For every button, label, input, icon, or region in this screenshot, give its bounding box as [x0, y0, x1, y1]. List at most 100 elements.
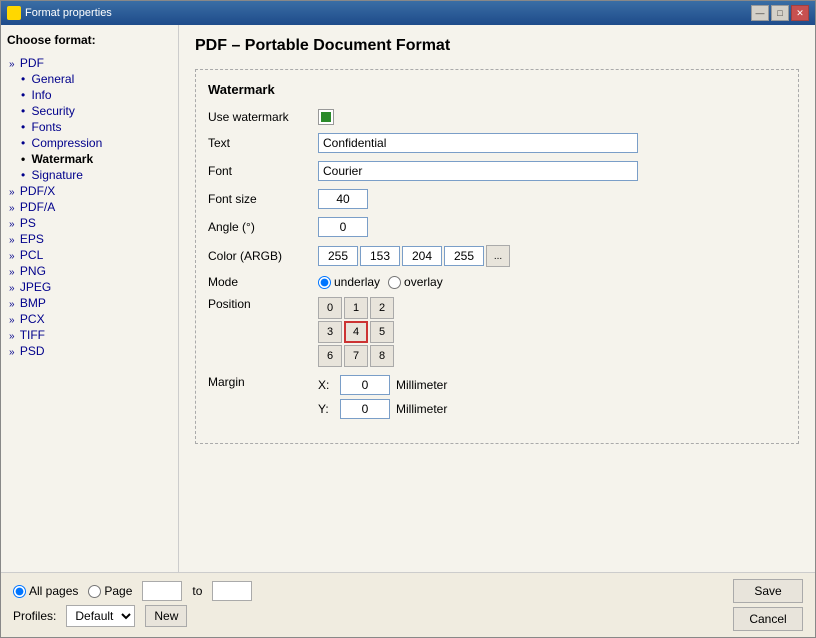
to-label: to — [192, 584, 202, 598]
sidebar-item-pdfx-label: PDF/X — [20, 184, 55, 198]
position-8-button[interactable]: 8 — [370, 345, 394, 367]
sidebar-item-pdfa-label: PDF/A — [20, 200, 55, 214]
all-pages-radio[interactable] — [13, 585, 26, 598]
sidebar-item-pcx[interactable]: » PCX — [7, 311, 172, 327]
sidebar-item-fonts-label: Fonts — [32, 120, 62, 134]
pages-row: All pages Page to — [13, 581, 252, 601]
sidebar-item-pcl[interactable]: » PCL — [7, 247, 172, 263]
content-area: Choose format: » PDF • General • Info • … — [1, 25, 815, 572]
sidebar-item-eps[interactable]: » EPS — [7, 231, 172, 247]
font-label: Font — [208, 164, 318, 178]
color-b-input[interactable] — [444, 246, 484, 266]
angle-label: Angle (°) — [208, 220, 318, 234]
position-4-button[interactable]: 4 — [344, 321, 368, 343]
sidebar-item-general[interactable]: • General — [7, 71, 172, 87]
sidebar-item-compression-label: Compression — [32, 136, 103, 150]
sidebar-item-watermark[interactable]: • Watermark — [7, 151, 172, 167]
position-1-button[interactable]: 1 — [344, 297, 368, 319]
mode-overlay-option[interactable]: overlay — [388, 275, 443, 289]
sidebar-item-psd[interactable]: » PSD — [7, 343, 172, 359]
margin-y-row: Y: Millimeter — [318, 399, 447, 419]
footer-left: All pages Page to Profiles: Default New — [13, 581, 252, 631]
sidebar-item-watermark-label: Watermark — [32, 152, 94, 166]
use-watermark-checkbox[interactable] — [318, 109, 334, 125]
angle-input[interactable] — [318, 217, 368, 237]
margin-y-input[interactable] — [340, 399, 390, 419]
window-icon — [7, 6, 21, 20]
sidebar-item-tiff-label: TIFF — [20, 328, 45, 342]
margin-label: Margin — [208, 375, 318, 389]
arrow-icon: » — [9, 59, 15, 70]
sidebar-item-psd-label: PSD — [20, 344, 45, 358]
position-7-button[interactable]: 7 — [344, 345, 368, 367]
page-from-input[interactable] — [142, 581, 182, 601]
color-a-input[interactable] — [318, 246, 358, 266]
sidebar-item-info[interactable]: • Info — [7, 87, 172, 103]
text-input[interactable] — [318, 133, 638, 153]
all-pages-label: All pages — [29, 584, 78, 598]
page-option[interactable]: Page — [88, 584, 132, 598]
footer: All pages Page to Profiles: Default New — [1, 572, 815, 637]
title-bar: Format properties — □ ✕ — [1, 1, 815, 25]
all-pages-option[interactable]: All pages — [13, 584, 78, 598]
arrow-icon-tiff: » — [9, 331, 15, 342]
sidebar-item-eps-label: EPS — [20, 232, 44, 246]
main-title: PDF – Portable Document Format — [195, 37, 799, 59]
sidebar-item-jpeg-label: JPEG — [20, 280, 51, 294]
position-grid: 0 1 2 3 4 5 6 7 8 — [318, 297, 394, 367]
sidebar-title: Choose format: — [7, 33, 172, 47]
bullet-icon-info: • — [21, 88, 25, 102]
margin-x-unit: Millimeter — [396, 378, 447, 392]
margin-inputs: X: Millimeter Y: Millimeter — [318, 375, 447, 423]
mode-overlay-label: overlay — [404, 275, 443, 289]
new-button[interactable]: New — [145, 605, 187, 627]
mode-underlay-label: underlay — [334, 275, 380, 289]
sidebar-item-fonts[interactable]: • Fonts — [7, 119, 172, 135]
arrow-icon-ps: » — [9, 219, 15, 230]
minimize-button[interactable]: — — [751, 5, 769, 21]
position-3-button[interactable]: 3 — [318, 321, 342, 343]
sidebar-item-signature[interactable]: • Signature — [7, 167, 172, 183]
font-size-input[interactable] — [318, 189, 368, 209]
color-row: Color (ARGB) ... — [208, 245, 786, 267]
arrow-icon-pdfa: » — [9, 203, 15, 214]
maximize-button[interactable]: □ — [771, 5, 789, 21]
page-radio[interactable] — [88, 585, 101, 598]
close-button[interactable]: ✕ — [791, 5, 809, 21]
color-picker-button[interactable]: ... — [486, 245, 510, 267]
mode-overlay-radio[interactable] — [388, 276, 401, 289]
sidebar-item-tiff[interactable]: » TIFF — [7, 327, 172, 343]
cancel-button[interactable]: Cancel — [733, 607, 803, 631]
page-to-input[interactable] — [212, 581, 252, 601]
bullet-icon-fonts: • — [21, 120, 25, 134]
sidebar-item-security[interactable]: • Security — [7, 103, 172, 119]
sidebar-item-ps[interactable]: » PS — [7, 215, 172, 231]
profiles-select[interactable]: Default — [66, 605, 135, 627]
bullet-icon-signature: • — [21, 168, 25, 182]
color-g-input[interactable] — [402, 246, 442, 266]
angle-row: Angle (°) — [208, 217, 786, 237]
margin-x-input[interactable] — [340, 375, 390, 395]
sidebar-item-pdfx[interactable]: » PDF/X — [7, 183, 172, 199]
mode-row: Mode underlay overlay — [208, 275, 786, 289]
position-5-button[interactable]: 5 — [370, 321, 394, 343]
save-button[interactable]: Save — [733, 579, 803, 603]
window-title: Format properties — [25, 7, 112, 19]
font-input[interactable] — [318, 161, 638, 181]
sidebar-item-pdf[interactable]: » PDF — [7, 55, 172, 71]
color-r-input[interactable] — [360, 246, 400, 266]
sidebar-item-pdfa[interactable]: » PDF/A — [7, 199, 172, 215]
position-0-button[interactable]: 0 — [318, 297, 342, 319]
arrow-icon-pcx: » — [9, 315, 15, 326]
sidebar-item-compression[interactable]: • Compression — [7, 135, 172, 151]
sidebar: Choose format: » PDF • General • Info • … — [1, 25, 179, 572]
position-6-button[interactable]: 6 — [318, 345, 342, 367]
arrow-icon-eps: » — [9, 235, 15, 246]
sidebar-item-png[interactable]: » PNG — [7, 263, 172, 279]
sidebar-item-bmp[interactable]: » BMP — [7, 295, 172, 311]
mode-underlay-option[interactable]: underlay — [318, 275, 380, 289]
sidebar-item-jpeg[interactable]: » JPEG — [7, 279, 172, 295]
arrow-icon-jpeg: » — [9, 283, 15, 294]
position-2-button[interactable]: 2 — [370, 297, 394, 319]
mode-underlay-radio[interactable] — [318, 276, 331, 289]
